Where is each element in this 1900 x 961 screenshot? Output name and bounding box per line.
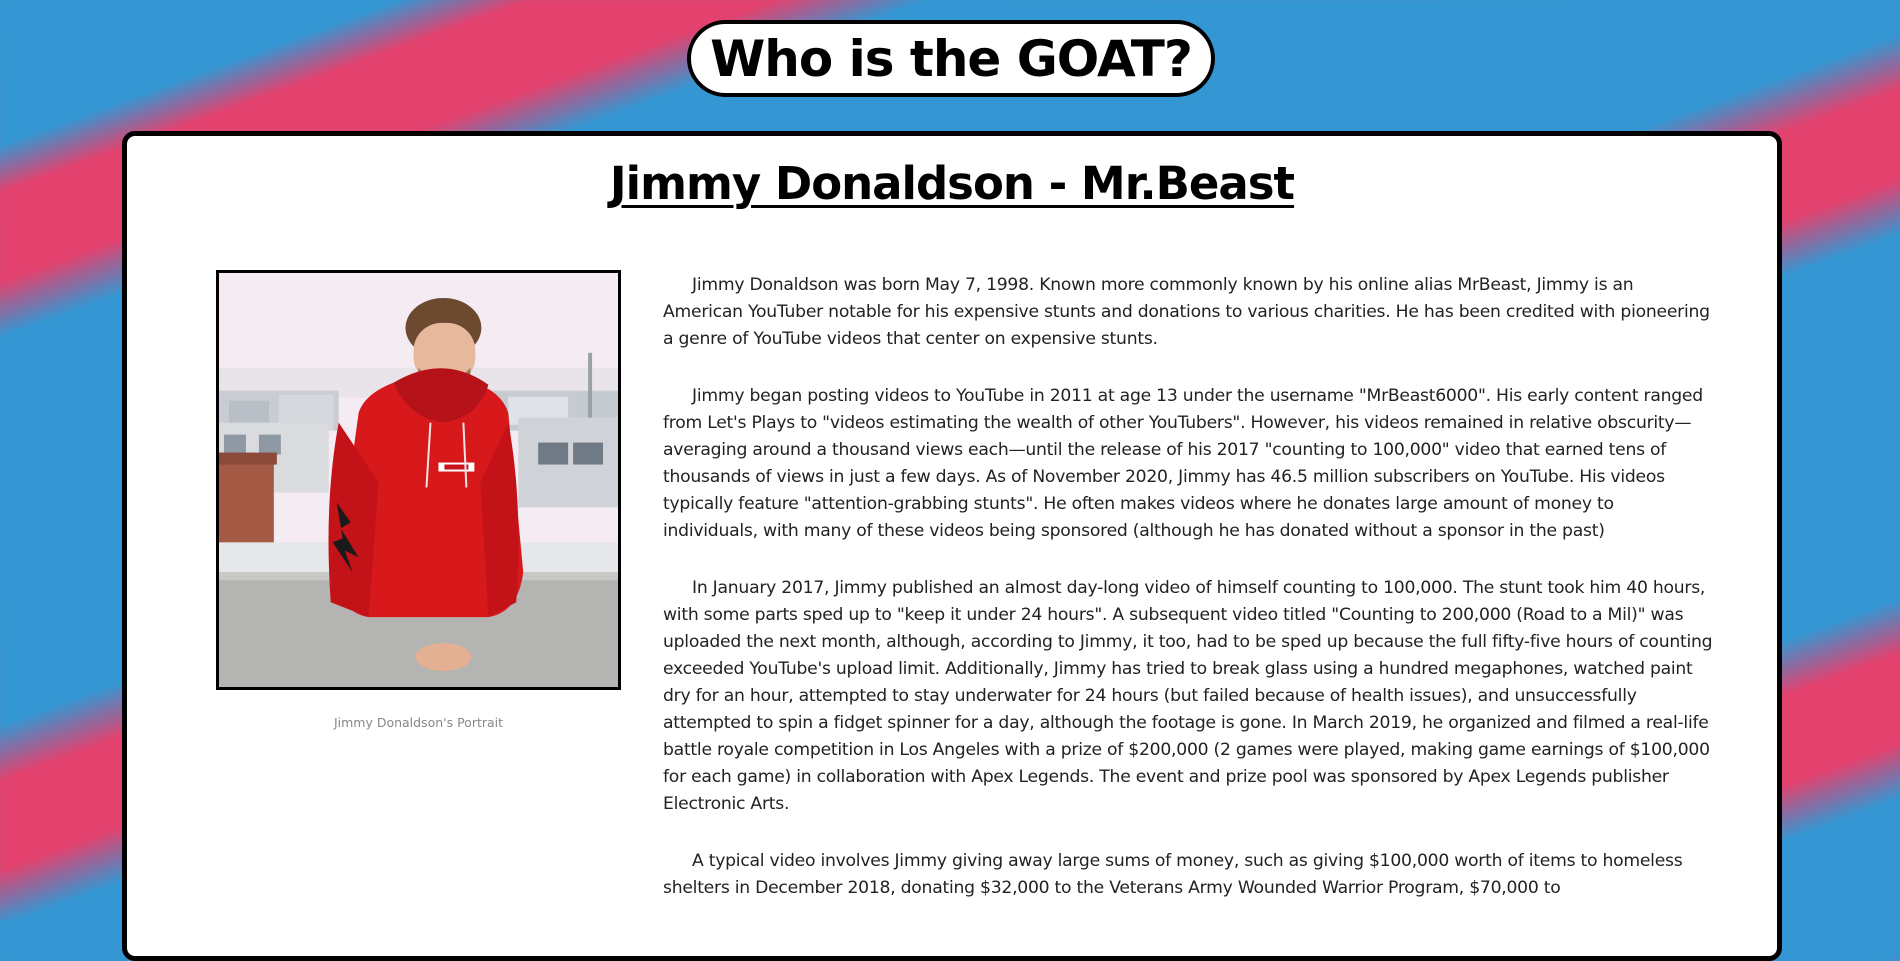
site-title: Who is the GOAT? xyxy=(710,29,1193,88)
profile-title: Jimmy Donaldson - Mr.Beast xyxy=(609,157,1295,210)
bio-paragraph: Jimmy began posting videos to YouTube in… xyxy=(663,386,1703,541)
site-header: Who is the GOAT? xyxy=(687,20,1215,97)
bio-paragraph: In January 2017, Jimmy published an almo… xyxy=(663,578,1713,814)
content-card: Jimmy Donaldson - Mr.Beast Jimmy Donalds… xyxy=(122,131,1782,961)
biography-text: Jimmy Donaldson was born May 7, 1998. Kn… xyxy=(663,272,1713,932)
bio-paragraph: Jimmy Donaldson was born May 7, 1998. Kn… xyxy=(663,275,1710,349)
portrait-caption: Jimmy Donaldson's Portrait xyxy=(333,715,504,730)
portrait-image xyxy=(216,270,621,690)
bio-paragraph: A typical video involves Jimmy giving aw… xyxy=(663,851,1683,898)
